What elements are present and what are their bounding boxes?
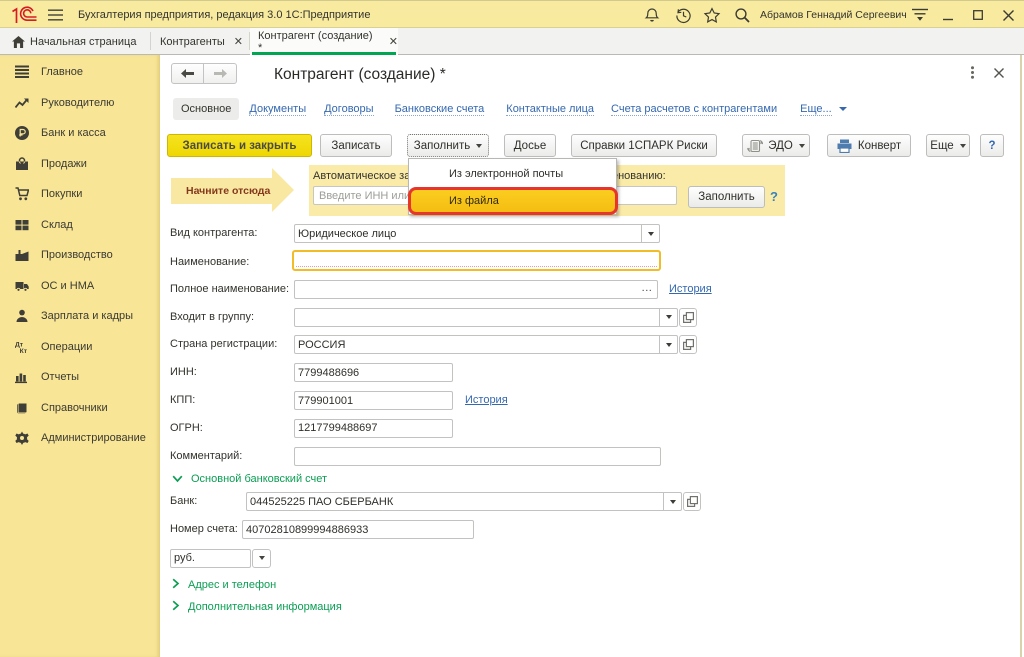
svg-text:Кт: Кт: [20, 348, 28, 354]
